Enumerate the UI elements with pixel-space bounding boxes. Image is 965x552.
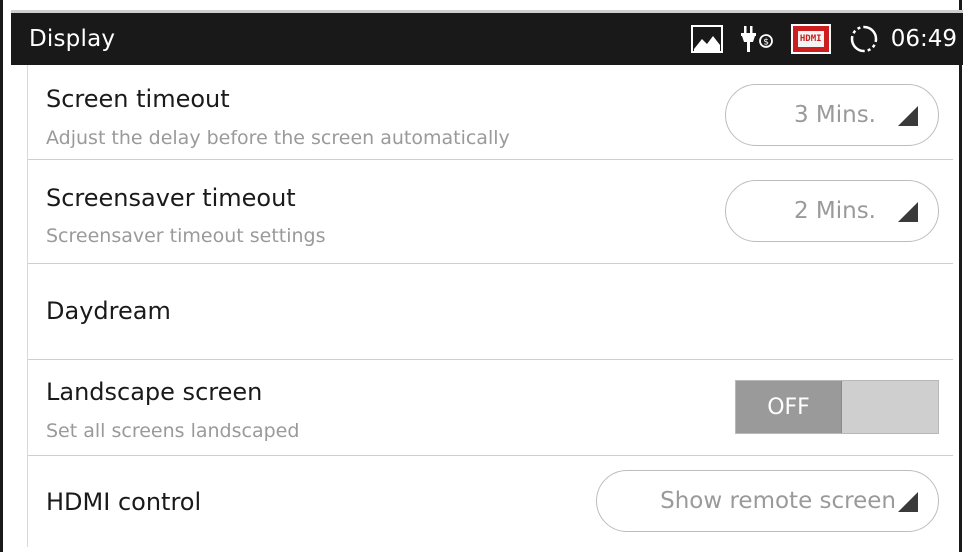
spinner-value: 3 Mins. [793, 102, 876, 128]
spinner-value: 2 Mins. [793, 198, 876, 224]
settings-list: Screen timeout Adjust the delay before t… [27, 65, 953, 547]
landscape-toggle[interactable]: OFF [735, 380, 939, 434]
dropdown-arrow-icon [898, 492, 918, 512]
device-frame: Display $ HDMI 06:49 Screen timeout Adju… [0, 0, 963, 552]
setting-title: Screen timeout [46, 85, 230, 113]
hdmi-icon: HDMI [790, 24, 831, 54]
setting-subtitle: Screensaver timeout settings [46, 225, 326, 247]
usb-debug-icon: $ [740, 26, 773, 52]
status-icons: $ HDMI 06:49 [690, 24, 957, 54]
screen-timeout-spinner[interactable]: 3 Mins. [725, 84, 939, 146]
hdmi-control-spinner[interactable]: Show remote screen [596, 470, 939, 532]
page-title: Display [29, 26, 116, 52]
setting-subtitle: Set all screens landscaped [46, 420, 300, 442]
setting-subtitle: Adjust the delay before the screen autom… [46, 127, 510, 149]
dropdown-arrow-icon [898, 106, 918, 126]
setting-landscape-screen[interactable]: Landscape screen Set all screens landsca… [28, 360, 953, 456]
hdmi-badge-label: HDMI [797, 31, 824, 47]
screensaver-timeout-spinner[interactable]: 2 Mins. [725, 180, 939, 242]
setting-title: HDMI control [46, 488, 202, 516]
gallery-icon [690, 25, 723, 53]
sync-icon [850, 25, 877, 53]
setting-daydream[interactable]: Daydream [28, 264, 953, 360]
clock: 06:49 [890, 26, 957, 52]
setting-title: Daydream [46, 297, 171, 325]
spinner-value: Show remote screen [660, 488, 896, 514]
toggle-state: OFF [736, 381, 842, 433]
dropdown-arrow-icon [898, 202, 918, 222]
setting-title: Screensaver timeout [46, 184, 296, 212]
action-bar: Display $ HDMI 06:49 [11, 13, 963, 65]
setting-screensaver-timeout[interactable]: Screensaver timeout Screensaver timeout … [28, 160, 953, 264]
setting-hdmi-control[interactable]: HDMI control Show remote screen [28, 456, 953, 550]
setting-title: Landscape screen [46, 378, 263, 406]
svg-text:$: $ [763, 38, 769, 48]
setting-screen-timeout[interactable]: Screen timeout Adjust the delay before t… [28, 65, 953, 160]
